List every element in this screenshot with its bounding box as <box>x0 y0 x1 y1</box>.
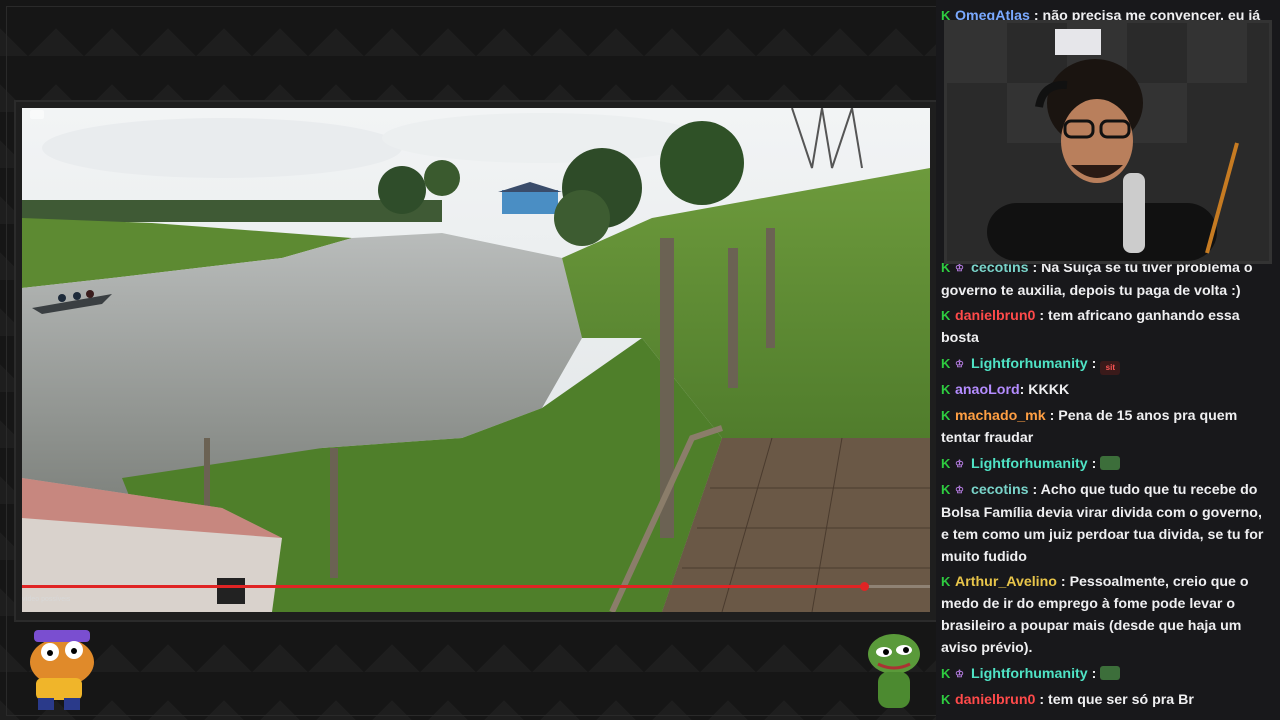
chat-text: : <box>1091 666 1097 682</box>
chat-message: K ♔ Lightforhumanity : sit <box>941 353 1273 376</box>
video-logo-icon <box>30 110 44 119</box>
k-badge-icon: K <box>941 308 951 323</box>
chat-username[interactable]: danielbrun0 <box>955 692 1035 708</box>
chat-text: : tem que ser só pra Br <box>1039 692 1194 708</box>
chat-username[interactable]: Arthur_Avelino <box>955 574 1057 590</box>
video-caption: vídeo possíveis <box>22 596 71 603</box>
chat-username[interactable]: cecotins <box>971 482 1029 498</box>
chat-message: K ♔ cecotins : Acho que tudo que tu recebe… <box>941 479 1273 568</box>
pepe-emote-right <box>860 628 926 714</box>
video-scrubber-handle[interactable] <box>859 582 869 591</box>
chat-text: : <box>1091 456 1097 472</box>
chat-message: Kdanielbrun0 : tem africano ganhando ess… <box>941 305 1273 349</box>
chat-message: K ♔ Lightforhumanity : <box>941 663 1273 686</box>
k-badge-icon: K <box>941 574 951 589</box>
k-badge-icon: K <box>941 408 951 423</box>
character-emote-left <box>14 622 104 714</box>
webcam-feed <box>944 20 1272 264</box>
boat-emote-icon <box>1100 666 1121 680</box>
river-scene-image <box>22 108 930 612</box>
k-badge-icon: K <box>941 356 951 371</box>
k-badge-icon: K <box>941 382 951 397</box>
chat-username[interactable]: machado_mk <box>955 408 1046 424</box>
chat-message: K ♔ Lightforhumanity : <box>941 453 1273 476</box>
video-progress-bar[interactable] <box>22 582 930 591</box>
chat-username[interactable]: Lightforhumanity <box>971 666 1088 682</box>
k-badge-icon: K <box>941 692 951 707</box>
k-badge-icon: K <box>941 456 951 471</box>
sit-emote-icon: sit <box>1100 361 1121 375</box>
crown-badge-icon: ♔ <box>955 669 964 680</box>
crown-badge-icon: ♔ <box>955 459 964 470</box>
k-badge-icon: K <box>941 666 951 681</box>
crown-badge-icon: ♔ <box>955 359 964 370</box>
chat-message: Kdanielbrun0 : tem que ser só pra Br <box>941 689 1273 711</box>
video-frame[interactable] <box>22 108 930 612</box>
boat-emote-icon <box>1100 456 1121 470</box>
chat-username[interactable]: anaoLord <box>955 382 1020 398</box>
chat-text: : <box>1091 356 1097 372</box>
video-progress-fill <box>22 585 864 588</box>
crown-badge-icon: ♔ <box>955 485 964 496</box>
chat-text: : KKKK <box>1019 382 1070 398</box>
chat-message: Kmachado_mk : Pena de 15 anos pra quem t… <box>941 405 1273 449</box>
chat-message: KanaoLord: KKKK <box>941 379 1273 401</box>
chat-username[interactable]: danielbrun0 <box>955 308 1035 324</box>
chat-username[interactable]: Lightforhumanity <box>971 456 1088 472</box>
k-badge-icon: K <box>941 482 951 497</box>
chat-username[interactable]: Lightforhumanity <box>971 356 1088 372</box>
chat-message: K Arthur_Avelino : Pessoalmente, creio qu… <box>941 571 1273 659</box>
